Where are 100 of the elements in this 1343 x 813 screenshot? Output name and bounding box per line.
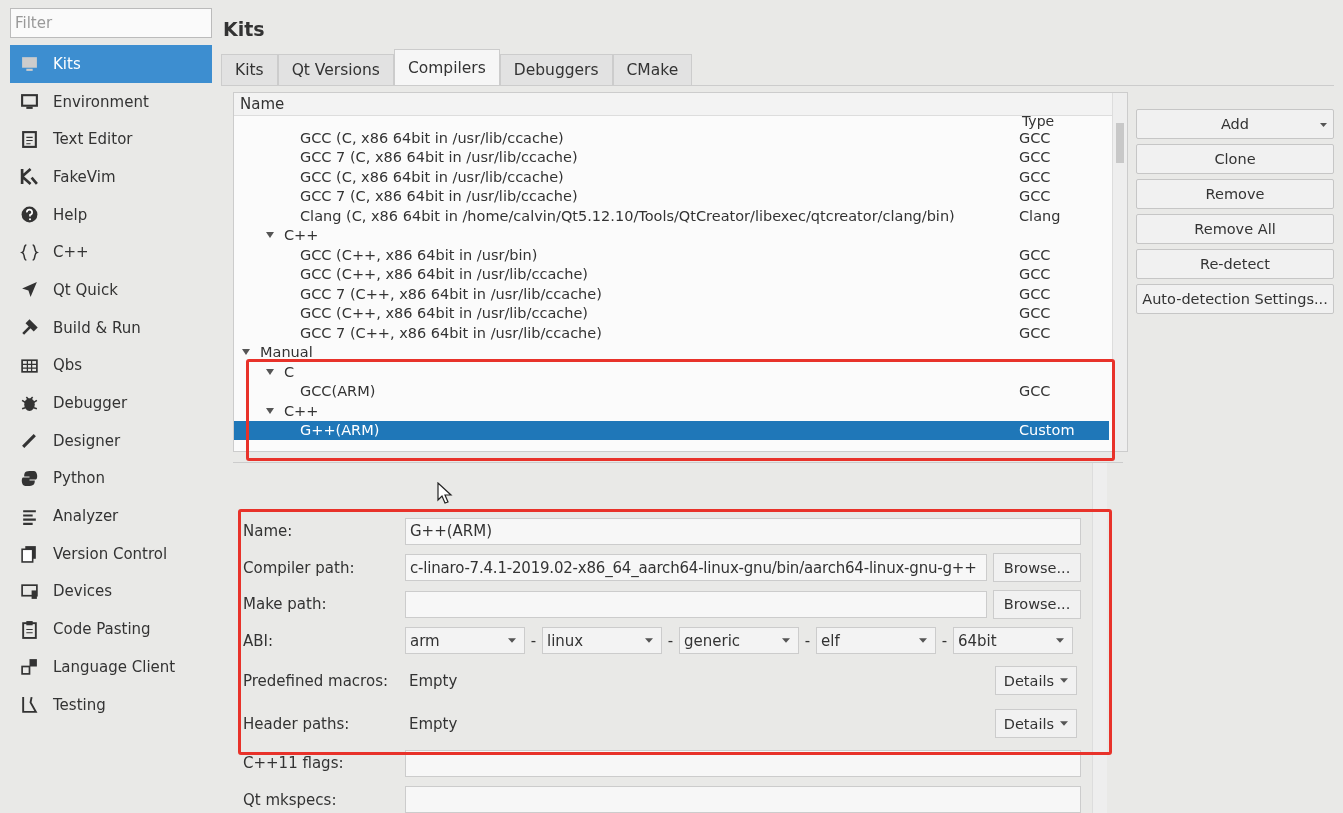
tree-group[interactable]: Manual (260, 344, 313, 361)
braces-icon (20, 242, 39, 262)
tree-row[interactable]: GCC (C, x86 64bit in /usr/lib/ccache) GCC (234, 167, 1109, 187)
caret-icon (1060, 678, 1068, 683)
sidebar-item[interactable]: Help (10, 195, 212, 234)
dropdown[interactable]: linux (542, 627, 662, 655)
caret-icon (1060, 721, 1068, 726)
sidebar-item[interactable]: Devices (10, 572, 212, 611)
sidebar-item[interactable]: Version Control (10, 534, 212, 573)
button[interactable]: Auto-detection Settings... (1136, 284, 1334, 314)
path-field[interactable] (405, 590, 987, 618)
tree-group[interactable]: C++ (284, 227, 319, 244)
button[interactable]: Remove All (1136, 214, 1334, 244)
caret-icon (1320, 123, 1327, 127)
document-icon (20, 129, 39, 149)
field-label: Qt mkspecs: (243, 790, 338, 809)
value-text: Empty (409, 671, 458, 690)
tree-row[interactable]: Clang (C, x86 64bit in /home/calvin/Qt5.12.10/Tools/QtCreator/libexec/qtcreator/clang/bin) Clang (234, 206, 1109, 226)
filter-field[interactable]: Filter (10, 8, 212, 38)
field-label: C++11 flags: (243, 754, 345, 773)
monitor-icon (20, 54, 39, 74)
sidebar-item[interactable]: Language Client (10, 648, 212, 686)
tree-row[interactable]: GCC (C++, x86 64bit in /usr/lib/ccache) GCC (234, 264, 1109, 284)
pencil-icon (20, 431, 39, 451)
documents-icon (20, 544, 39, 564)
field-label: Header paths: (243, 714, 351, 733)
sidebar-item[interactable]: Analyzer (10, 497, 212, 535)
tab[interactable]: Compilers (393, 49, 500, 85)
tree-group[interactable]: C++ (284, 402, 319, 419)
column-header[interactable]: Name (240, 95, 285, 113)
field-label: Compiler path: (243, 558, 356, 577)
tree-row[interactable]: GCC 7 (C, x86 64bit in /usr/lib/ccache) GCC (234, 186, 1109, 206)
scrollbar[interactable] (1092, 463, 1107, 813)
sidebar-item[interactable]: Build & Run (10, 308, 212, 347)
caret-icon (1056, 638, 1064, 644)
tab[interactable]: Kits (221, 54, 278, 85)
tree-row[interactable]: GCC 7 (C, x86 64bit in /usr/lib/ccache) GCC (234, 147, 1109, 167)
dropdown[interactable]: 64bit (953, 627, 1073, 655)
page-title: Kits (223, 18, 266, 41)
tree-row[interactable]: G++(ARM) Custom (234, 420, 1109, 440)
device-icon (20, 581, 39, 601)
text-field[interactable] (405, 749, 1081, 777)
expanded-arrow-icon[interactable] (266, 407, 274, 414)
separator-text: - (940, 631, 949, 650)
field-label: ABI: (243, 631, 275, 650)
browse-button[interactable]: Browse... (993, 589, 1081, 619)
caret-icon (508, 638, 516, 644)
tree-row[interactable]: GCC 7 (C++, x86 64bit in /usr/lib/ccache) GCC (234, 284, 1109, 304)
sidebar-item[interactable]: C++ (10, 233, 212, 272)
sidebar-item[interactable]: Python (10, 459, 212, 498)
sidebar-item[interactable]: Text Editor (10, 120, 212, 159)
tree-row[interactable]: GCC(ARM) GCC (234, 381, 1109, 401)
sidebar-item[interactable]: Testing (10, 685, 212, 724)
sidebar-item[interactable]: Designer (10, 421, 212, 460)
field-label: Predefined macros: (243, 671, 389, 690)
tab[interactable]: Qt Versions (277, 54, 394, 85)
sidebar-item[interactable]: FakeVim (10, 158, 212, 196)
separator-text: - (529, 631, 538, 650)
expanded-arrow-icon[interactable] (266, 232, 274, 239)
tree-row[interactable]: GCC (C++, x86 64bit in /usr/lib/ccache) GCC (234, 303, 1109, 323)
separator-text: - (666, 631, 675, 650)
tree-row[interactable]: GCC 7 (C++, x86 64bit in /usr/lib/ccache) GCC (234, 323, 1109, 343)
field-label: Name: (243, 522, 294, 541)
field-label: Make path: (243, 595, 328, 614)
sidebar-item[interactable]: Environment (10, 82, 212, 121)
button[interactable]: Remove (1136, 179, 1334, 209)
mouse-cursor-icon (437, 482, 453, 504)
scrollbar[interactable] (1112, 93, 1127, 451)
text-field[interactable] (405, 786, 1081, 813)
value-text: Empty (409, 714, 458, 733)
tree-group[interactable]: C (284, 363, 295, 380)
caret-icon (782, 638, 790, 644)
question-icon (20, 205, 39, 225)
browse-button[interactable]: Browse... (993, 553, 1081, 583)
details-button[interactable]: Details (994, 666, 1077, 695)
monitor-icon (20, 92, 39, 112)
sidebar-item[interactable]: Kits (10, 45, 212, 83)
button[interactable]: Clone (1136, 144, 1334, 174)
sidebar-item[interactable]: Qt Quick (10, 271, 212, 309)
sidebar-item[interactable]: Qbs (10, 346, 212, 385)
expanded-arrow-icon[interactable] (242, 349, 250, 356)
caret-icon (919, 638, 927, 644)
text-field[interactable]: G++(ARM) (405, 517, 1081, 545)
tab[interactable]: CMake (612, 54, 693, 85)
dropdown[interactable]: elf (816, 627, 936, 655)
button[interactable]: Re-detect (1136, 249, 1334, 279)
dropdown[interactable]: arm (405, 627, 525, 655)
path-field[interactable]: c-linaro-7.4.1-2019.02-x86_64_aarch64-linux-gnu/bin/aarch64-linux-gnu-g++ (405, 554, 987, 582)
tree-row[interactable]: GCC (C, x86 64bit in /usr/lib/ccache) GCC (234, 128, 1109, 148)
sidebar-item[interactable]: Code Pasting (10, 610, 212, 648)
sidebar-item[interactable]: Debugger (10, 384, 212, 422)
tab[interactable]: Debuggers (499, 54, 613, 85)
dropdown[interactable]: generic (679, 627, 799, 655)
tree-row[interactable]: GCC (C++, x86 64bit in /usr/bin) GCC (234, 245, 1109, 265)
button[interactable]: Add (1136, 109, 1334, 139)
expanded-arrow-icon[interactable] (266, 368, 274, 375)
clipboard-icon (20, 619, 39, 639)
details-button[interactable]: Details (994, 709, 1077, 738)
caret-icon (645, 638, 653, 644)
column-header[interactable]: Type (1022, 113, 1055, 129)
